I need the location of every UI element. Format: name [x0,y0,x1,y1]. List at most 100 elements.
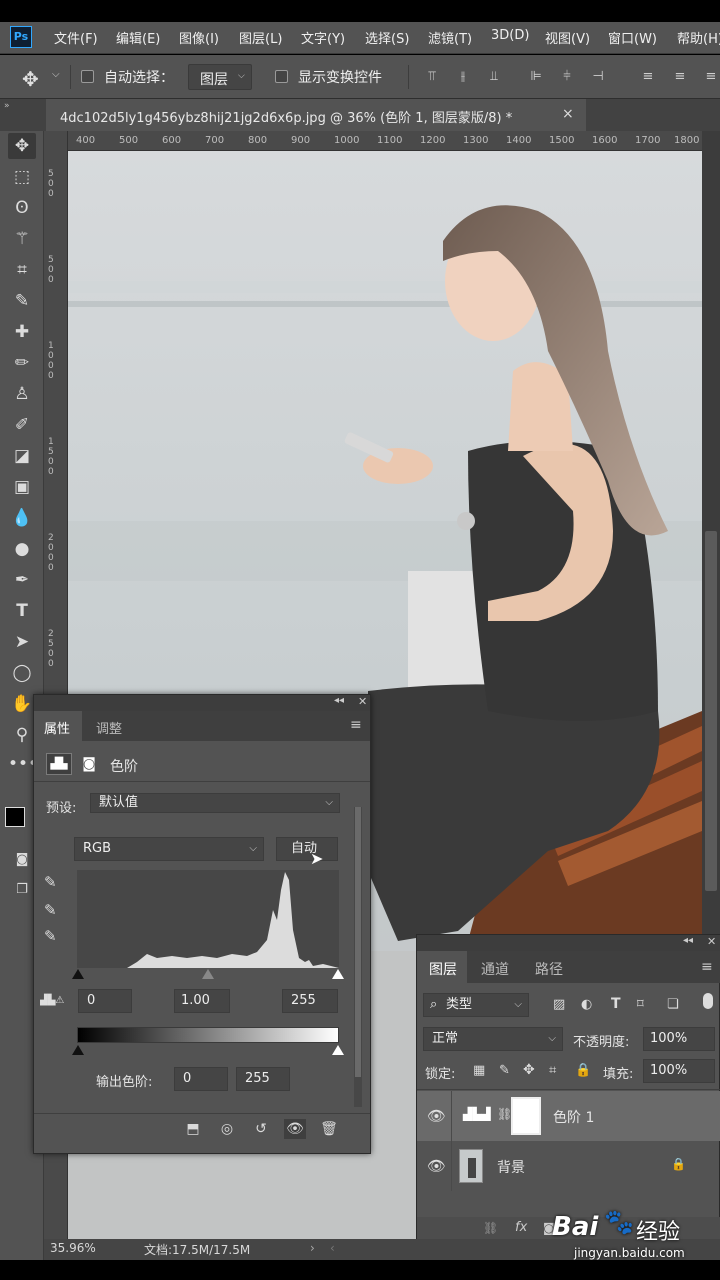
close-panel-icon[interactable]: ✕ [707,935,716,948]
lasso-tool-icon[interactable]: ʘ [8,195,36,221]
panel-menu-icon[interactable]: ≡ [701,959,713,975]
blur-tool-icon[interactable]: 💧 [8,505,36,531]
panel-scrollbar[interactable] [354,807,362,1107]
input-gamma-field[interactable]: 1.00 [174,989,230,1013]
move-tool-icon[interactable]: ✥ [22,67,39,91]
panel-scrollbar-thumb[interactable] [355,807,361,1077]
align-left-icon[interactable]: ⊫ [528,69,544,85]
collapse-toolbar-icon[interactable]: » [4,101,10,111]
scrollbar-thumb[interactable] [705,531,717,891]
tab-paths[interactable]: 路径 [535,959,563,979]
link-layers-icon[interactable]: ⛓ [483,1221,498,1235]
fill-field[interactable]: 100% [643,1059,715,1083]
menu-layer[interactable]: 图层(L) [239,28,282,47]
lock-all-icon[interactable]: 🔒 [575,1063,591,1078]
foreground-color-swatch[interactable] [5,807,25,827]
distribute-bottom-icon[interactable]: ≡ [703,69,719,85]
layer-row-levels[interactable]: 👁 ▟▙▟ ⛓ 色阶 1 [417,1091,720,1141]
ellipse-tool-icon[interactable]: ◯ [8,660,36,686]
output-white-slider[interactable] [332,1045,344,1055]
white-point-eyedropper-icon[interactable]: ✎ [44,927,57,945]
align-bottom-icon[interactable]: ⫫ [486,69,502,85]
output-black-field[interactable]: 0 [174,1067,228,1091]
auto-select-target-dropdown[interactable]: 图层 ⌵ [188,64,252,90]
input-gamma-slider[interactable] [202,969,214,979]
show-transform-checkbox[interactable] [275,70,288,83]
auto-select-checkbox[interactable] [81,70,94,83]
clone-stamp-tool-icon[interactable]: ♙ [8,381,36,407]
menu-image[interactable]: 图像(I) [179,28,219,47]
screen-mode-icon[interactable]: ❐ [8,877,36,903]
more-tools-icon[interactable]: ••• [8,751,38,777]
eye-icon[interactable]: 👁 [427,1157,446,1175]
menu-type[interactable]: 文字(Y) [301,28,345,47]
opacity-field[interactable]: 100% [643,1027,715,1051]
lock-position-icon[interactable]: ✥ [523,1062,535,1078]
layer-name[interactable]: 色阶 1 [553,1107,594,1127]
pen-tool-icon[interactable]: ✒ [8,567,36,593]
tab-adjustments[interactable]: 调整 [96,718,122,737]
gray-point-eyedropper-icon[interactable]: ✎ [44,901,57,919]
brush-tool-icon[interactable]: ✏ [8,350,36,376]
layer-name[interactable]: 背景 [497,1157,525,1177]
align-right-icon[interactable]: ⊣ [590,69,606,85]
blend-mode-dropdown[interactable]: 正常 ⌵ [423,1027,563,1051]
filter-shape-icon[interactable]: ⌑ [637,997,644,1012]
input-white-field[interactable]: 255 [282,989,338,1013]
eyedropper-tool-icon[interactable]: ✎ [8,288,36,314]
menu-file[interactable]: 文件(F) [54,28,98,47]
crop-tool-icon[interactable]: ⌗ [8,257,36,283]
menu-filter[interactable]: 滤镜(T) [428,28,472,47]
dodge-tool-icon[interactable]: ● [8,536,36,562]
output-white-field[interactable]: 255 [236,1067,290,1091]
levels-icon[interactable]: ▟▙ [46,753,72,775]
document-tab[interactable]: 4dc102d5ly1g456ybz8hij21jg2d6x6p.jpg @ 3… [46,99,586,131]
input-black-slider[interactable] [72,969,84,979]
hand-tool-icon[interactable]: ✋ [8,691,36,717]
panel-menu-icon[interactable]: ≡ [350,717,362,733]
output-black-slider[interactable] [72,1045,84,1055]
status-menu-arrow-icon[interactable]: › [310,1241,315,1255]
collapse-panel-icon[interactable]: ◂◂ [334,695,344,706]
menu-edit[interactable]: 编辑(E) [116,28,160,47]
filter-toggle-icon[interactable] [703,993,713,1009]
clip-to-layer-icon[interactable]: ⬒ [182,1119,204,1139]
menu-window[interactable]: 窗口(W) [608,28,657,47]
layer-mask-thumbnail[interactable] [511,1097,541,1135]
align-horizontal-center-icon[interactable]: ⫩ [559,69,575,85]
quick-mask-icon[interactable]: ◙ [8,847,36,873]
menu-help[interactable]: 帮助(H) [677,28,720,47]
history-brush-tool-icon[interactable]: ✐ [8,412,36,438]
fx-button[interactable]: fx [515,1220,527,1235]
scroll-left-icon[interactable]: ‹ [330,1241,335,1255]
channel-dropdown[interactable]: RGB ⌵ [74,837,264,861]
input-black-field[interactable]: 0 [78,989,132,1013]
filter-pixel-icon[interactable]: ▨ [553,997,565,1012]
align-top-icon[interactable]: ⫪ [424,69,440,85]
menu-select[interactable]: 选择(S) [365,28,409,47]
view-previous-state-icon[interactable]: ◎ [216,1119,238,1139]
distribute-center-icon[interactable]: ≡ [672,69,688,85]
magic-wand-tool-icon[interactable]: ⚚ [8,226,36,252]
move-tool-icon[interactable]: ✥ [8,133,36,159]
reset-icon[interactable]: ↺ [250,1119,272,1139]
menu-view[interactable]: 视图(V) [545,28,590,47]
menu-3d[interactable]: 3D(D) [491,28,529,43]
chevron-down-icon[interactable]: ⌵ [52,69,60,80]
healing-brush-tool-icon[interactable]: ✚ [8,319,36,345]
tab-channels[interactable]: 通道 [481,959,509,979]
align-vertical-center-icon[interactable]: ⫲ [455,69,471,85]
close-tab-icon[interactable]: × [562,106,574,122]
layer-filter-dropdown[interactable]: ⌕ 类型 ⌵ [423,993,529,1017]
preset-dropdown[interactable]: 默认值 ⌵ [90,793,340,813]
lock-image-icon[interactable]: ✎ [499,1063,510,1078]
eye-icon[interactable]: 👁 [427,1107,446,1125]
delete-icon[interactable]: 🗑 [318,1119,340,1139]
visibility-toggle-icon[interactable]: 👁 [284,1119,306,1139]
type-tool-icon[interactable]: T [8,598,36,624]
layer-row-background[interactable]: 👁 背景 🔒 [417,1141,720,1191]
auto-button[interactable]: 自动 [276,837,338,861]
path-selection-tool-icon[interactable]: ➤ [8,629,36,655]
input-white-slider[interactable] [332,969,344,979]
zoom-tool-icon[interactable]: ⚲ [8,722,36,748]
